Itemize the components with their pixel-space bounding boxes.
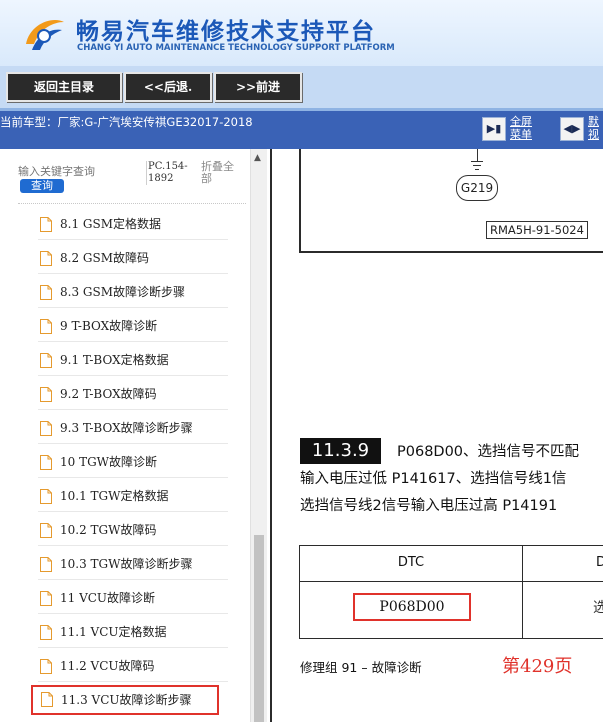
fullscreen-icon: ▶▮ — [482, 117, 506, 141]
page-footer: 修理组 91 – 故障诊断 — [300, 660, 422, 675]
toc-item[interactable]: 9 T-BOX故障诊断 — [38, 308, 228, 342]
brand-subtitle: CHANG YI AUTO MAINTENANCE TECHNOLOGY SUP… — [77, 43, 395, 53]
toc-sidebar: 查询 PC.154-1892 折叠全部 8.1 GSM定格数据 8.2 GSM故障… — [0, 149, 268, 722]
toc-item-label: 9.1 T-BOX定格数据 — [60, 353, 169, 367]
toc-item-label: 10.2 TGW故障码 — [60, 523, 157, 537]
document-icon — [40, 387, 52, 402]
toc-item-label: 9.2 T-BOX故障码 — [60, 387, 157, 401]
toc-item-label: 11.2 VCU故障码 — [60, 659, 155, 673]
brand-title: 畅易汽车维修技术支持平台 — [76, 19, 376, 45]
forward-button[interactable]: >>前进 — [214, 72, 302, 102]
toc-item[interactable]: 10.1 TGW定格数据 — [38, 478, 228, 512]
back-button[interactable]: <<后退. — [124, 72, 212, 102]
document-icon — [40, 523, 52, 538]
toc-item-label: 9 T-BOX故障诊断 — [60, 319, 158, 333]
document-icon — [40, 455, 52, 470]
toc-item[interactable]: 8.3 GSM故障诊断步骤 — [38, 274, 228, 308]
toc-item-label: 11 VCU故障诊断 — [60, 591, 156, 605]
toc-item-label: 10.3 TGW故障诊断步骤 — [60, 557, 193, 571]
toc-item-label: 11.1 VCU定格数据 — [60, 625, 167, 639]
home-button[interactable]: 返回主目录 — [6, 72, 122, 102]
toc-item[interactable]: 9.1 T-BOX定格数据 — [38, 342, 228, 376]
toc-item-label: 10.1 TGW定格数据 — [60, 489, 169, 503]
scrollbar-thumb[interactable] — [254, 535, 264, 722]
document-icon — [40, 251, 52, 266]
document-icon — [40, 557, 52, 572]
toc-item[interactable]: 11.3 VCU故障诊断步骤 — [31, 685, 219, 715]
toc-item[interactable]: 11.2 VCU故障码 — [38, 648, 228, 682]
toc-item-label: 8.3 GSM故障诊断步骤 — [60, 285, 185, 299]
vehicle-info-bar: 当前车型：厂家:G-广汽埃安传祺GE32017-2018 ▶▮ 全屏 菜单 ◀▶ … — [0, 111, 603, 149]
section-title: P068D00、选挡信号不匹配 输入电压过低 P141617、选挡信号线1信 选… — [300, 444, 580, 514]
default-view-icon: ◀▶ — [560, 117, 584, 141]
keyword-search-input[interactable] — [18, 163, 136, 179]
toc-item-label: 9.3 T-BOX故障诊断步骤 — [60, 421, 193, 435]
toc-item-label: 8.1 GSM定格数据 — [60, 217, 161, 231]
toc-item-label: 10 TGW故障诊断 — [60, 455, 158, 469]
document-icon — [41, 692, 53, 707]
divider — [18, 203, 246, 204]
app-header: 畅易汽车维修技术支持平台 CHANG YI AUTO MAINTENANCE T… — [0, 0, 603, 67]
ground-symbol-icon — [471, 161, 483, 171]
dtc-description: 选挡 — [593, 597, 603, 617]
toc-item[interactable]: 9.2 T-BOX故障码 — [38, 376, 228, 410]
wiring-diagram: G219 RMA5H-91-5024 — [299, 149, 603, 253]
document-icon — [40, 421, 52, 436]
document-icon — [40, 659, 52, 674]
scroll-up-arrow-icon[interactable]: ▲ — [254, 153, 261, 163]
page-number: 第429页 — [502, 656, 573, 677]
toc-item[interactable]: 10.2 TGW故障码 — [38, 512, 228, 546]
document-icon — [40, 285, 52, 300]
toc-item[interactable]: 10 TGW故障诊断 — [38, 444, 228, 478]
toc-item[interactable]: 9.3 T-BOX故障诊断步骤 — [38, 410, 228, 444]
current-vehicle: 当前车型：厂家:G-广汽埃安传祺GE32017-2018 — [0, 115, 253, 129]
table-header-dtc: DTC — [397, 555, 425, 570]
toc-item[interactable]: 8.1 GSM定格数据 — [38, 206, 228, 240]
toc-item[interactable]: 11.1 VCU定格数据 — [38, 614, 228, 648]
pc-range-label: PC.154-1892 — [146, 161, 196, 185]
document-icon — [40, 591, 52, 606]
figure-code: RMA5H-91-5024 — [486, 221, 588, 239]
document-icon — [40, 217, 52, 232]
collapse-all-button[interactable]: 折叠全部 — [201, 161, 239, 185]
document-content: G219 RMA5H-91-5024 11.3.9 P068D00、选挡信号不匹… — [270, 149, 603, 722]
search-button[interactable]: 查询 — [20, 179, 64, 193]
document-icon — [40, 353, 52, 368]
document-icon — [40, 319, 52, 334]
sidebar-scrollbar[interactable]: ▲ — [250, 149, 267, 722]
toc-item-label: 11.3 VCU故障诊断步骤 — [61, 693, 192, 707]
toc-item[interactable]: 10.3 TGW故障诊断步骤 — [38, 546, 228, 580]
ground-wire — [477, 149, 478, 161]
table-header-desc: D — [596, 555, 603, 570]
dtc-code-highlight: P068D00 — [353, 593, 471, 621]
ground-point-label: G219 — [456, 175, 498, 201]
nav-toolbar: 返回主目录 <<后退. >>前进 — [0, 66, 603, 111]
dtc-table: DTC D P068D00 选挡 — [299, 545, 603, 639]
document-icon — [40, 625, 52, 640]
document-icon — [40, 489, 52, 504]
toc-item[interactable]: 11 VCU故障诊断 — [38, 580, 228, 614]
toc-item[interactable]: 8.2 GSM故障码 — [38, 240, 228, 274]
toc-item-label: 8.2 GSM故障码 — [60, 251, 149, 265]
changyi-logo-icon — [26, 20, 64, 50]
